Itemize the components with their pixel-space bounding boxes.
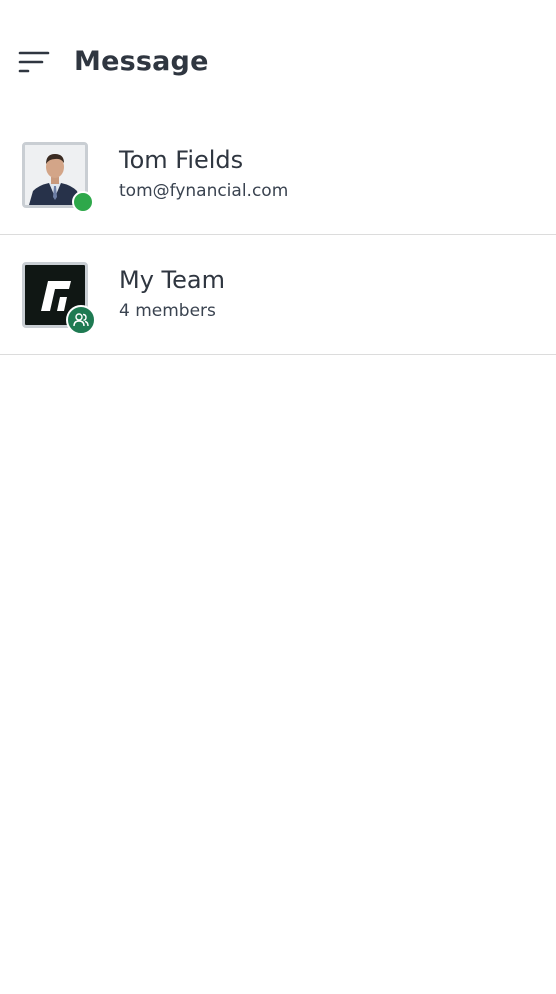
online-status-indicator [72,191,94,213]
menu-button[interactable] [14,44,54,84]
conversation-list: Tom Fields tom@fynancial.com My Team 4 m… [0,115,556,355]
conversation-item-tom-fields[interactable]: Tom Fields tom@fynancial.com [0,115,556,235]
conversation-item-my-team[interactable]: My Team 4 members [0,235,556,355]
conversation-email: tom@fynancial.com [119,181,289,201]
conversation-name: Tom Fields [119,146,244,174]
app-header: Message [0,0,556,120]
group-badge [66,305,96,335]
page-title: Message [74,46,209,77]
conversation-name: My Team [119,266,225,294]
conversation-member-count: 4 members [119,301,216,321]
group-icon [73,313,89,327]
menu-icon [18,51,50,73]
